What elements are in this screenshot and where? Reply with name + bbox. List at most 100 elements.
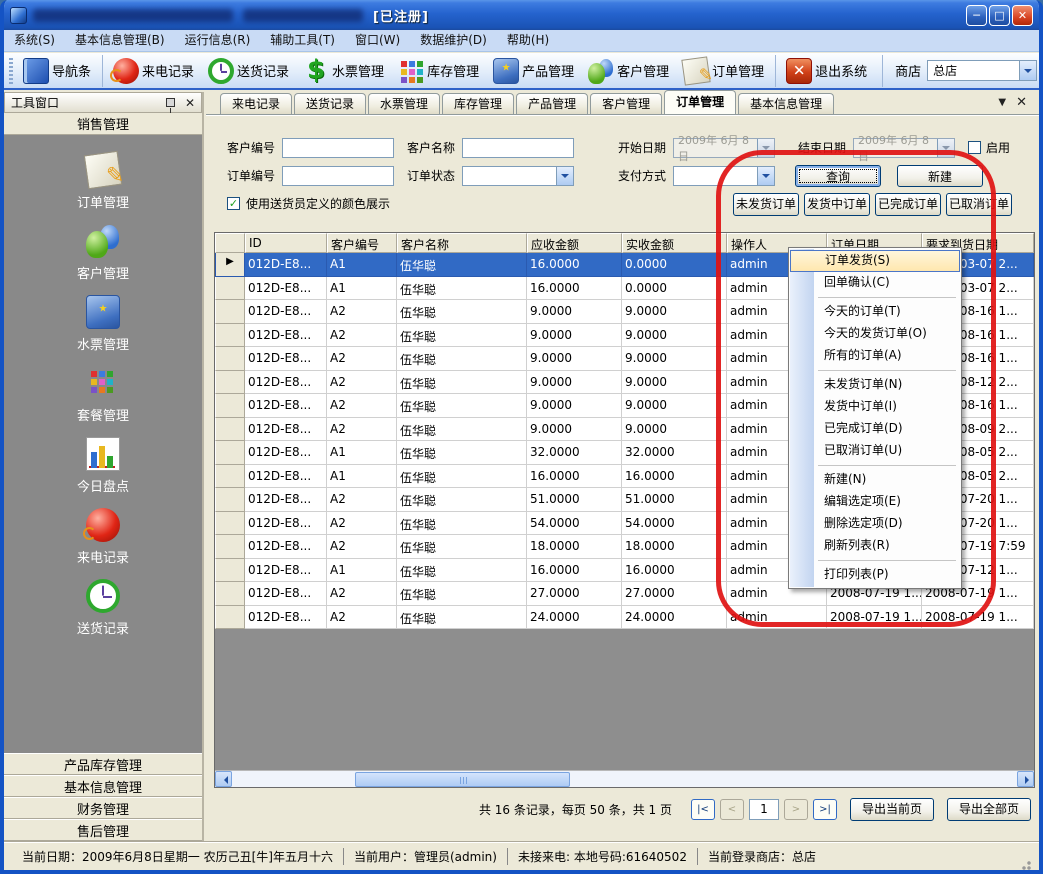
toolbar-call-records[interactable]: 来电记录 [102,55,201,87]
tab-water-ticket-management[interactable]: 水票管理 [368,93,440,114]
first-page-button[interactable]: |< [691,799,715,820]
row-selector-cell[interactable]: ▶ [215,253,245,277]
pay-method-select[interactable] [673,166,775,186]
context-item-cancelled-orders[interactable]: 已取消订单(U) [790,440,960,462]
menu-help[interactable]: 帮助(H) [497,30,559,51]
row-selector-cell[interactable] [215,465,245,489]
context-item-unshipped-orders[interactable]: 未发货订单(N) [790,374,960,396]
context-item-completed-orders[interactable]: 已完成订单(D) [790,418,960,440]
menu-auxiliary-tools[interactable]: 辅助工具(T) [260,30,345,51]
pin-icon[interactable] [166,98,175,107]
table-header-cell[interactable]: 实收金额 [622,233,727,253]
row-selector-cell[interactable] [215,394,245,418]
context-item-refresh-list[interactable]: 刷新列表(R) [790,535,960,557]
sidebar-section-finance[interactable]: 财务管理 [4,797,202,819]
row-selector-cell[interactable] [215,606,245,630]
tab-product-management[interactable]: 产品管理 [516,93,588,114]
toolbar-order-management[interactable]: 订单管理 [676,55,771,87]
row-selector-cell[interactable] [215,418,245,442]
sidebar-package-management[interactable]: 套餐管理 [77,366,129,424]
context-item-today-shipped-orders[interactable]: 今天的发货订单(O) [790,323,960,345]
resize-grip-icon[interactable] [1019,858,1031,870]
row-selector-cell[interactable] [215,582,245,606]
customer-no-input[interactable] [282,138,394,158]
sidebar-delivery-records[interactable]: 送货记录 [77,579,129,637]
sidebar-section-product-inventory[interactable]: 产品库存管理 [4,753,202,775]
row-selector-cell[interactable] [215,371,245,395]
row-selector-cell[interactable] [215,488,245,512]
tab-order-management[interactable]: 订单管理 [664,90,736,114]
tab-basic-info-management[interactable]: 基本信息管理 [738,93,834,114]
context-separator[interactable] [818,462,960,469]
page-number-input[interactable] [749,799,779,820]
new-button[interactable]: 新建 [897,165,983,187]
context-item-edit-selected[interactable]: 编辑选定项(E) [790,491,960,513]
button-cancelled-orders[interactable]: 已取消订单 [946,193,1012,216]
toolbar-inventory-management[interactable]: 库存管理 [391,55,486,87]
tab-call-records[interactable]: 来电记录 [220,93,292,114]
context-item-delete-selected[interactable]: 删除选定项(D) [790,513,960,535]
menu-data-maintenance[interactable]: 数据维护(D) [410,30,497,51]
button-completed-orders[interactable]: 已完成订单 [875,193,941,216]
order-no-input[interactable] [282,166,394,186]
context-item-ship-order[interactable]: 订单发货(S) [790,250,960,272]
scroll-left-arrow-icon[interactable] [215,771,232,787]
sidebar-section-after-sales[interactable]: 售后管理 [4,819,202,841]
order-status-select[interactable] [462,166,574,186]
sidebar-section-sales[interactable]: 销售管理 [4,113,202,135]
end-date-picker[interactable]: 2009年 6月 8日 [853,138,955,158]
sidebar-customer-management[interactable]: 客户管理 [77,224,129,282]
last-page-button[interactable]: >| [813,799,837,820]
export-current-page-button[interactable]: 导出当前页 [850,798,934,821]
chevron-down-icon[interactable] [556,167,573,185]
menu-runtime-info[interactable]: 运行信息(R) [175,30,261,51]
toolbar-grip[interactable] [9,58,13,84]
row-selector-cell[interactable] [215,512,245,536]
row-selector-cell[interactable] [215,324,245,348]
row-selector-cell[interactable] [215,559,245,583]
maximize-button[interactable]: □ [989,5,1010,26]
row-selector-cell[interactable] [215,441,245,465]
sidebar-call-records[interactable]: 来电记录 [77,508,129,566]
context-separator[interactable] [818,557,960,564]
table-header-cell[interactable]: 应收金额 [527,233,622,253]
row-selector-cell[interactable] [215,347,245,371]
table-header-cell[interactable]: ID [245,233,327,253]
context-item-all-orders[interactable]: 所有的订单(A) [790,345,960,367]
enable-date-checkbox[interactable] [968,141,981,154]
horizontal-scrollbar[interactable] [215,770,1034,787]
customer-name-input[interactable] [462,138,574,158]
sidebar-order-management[interactable]: 订单管理 [77,153,129,211]
context-item-new[interactable]: 新建(N) [790,469,960,491]
button-unshipped-orders[interactable]: 未发货订单 [733,193,799,216]
search-button[interactable]: 查询 [795,165,881,187]
table-header-cell[interactable]: 客户编号 [327,233,397,253]
context-separator[interactable] [818,294,960,301]
store-select[interactable]: 总店 [927,60,1037,81]
tab-delivery-records[interactable]: 送货记录 [294,93,366,114]
table-row[interactable]: 012D-E8... A2 伍华聪 24.0000 24.0000 admin … [215,606,1034,630]
export-all-pages-button[interactable]: 导出全部页 [947,798,1031,821]
menu-window[interactable]: 窗口(W) [345,30,410,51]
row-selector-cell[interactable] [215,277,245,301]
toolbar-product-management[interactable]: 产品管理 [486,55,581,87]
sidebar-close-icon[interactable]: ✕ [185,96,195,110]
table-header-cell[interactable] [215,233,245,253]
toolbar-nav-bar[interactable]: 导航条 [16,55,98,87]
button-shipping-orders[interactable]: 发货中订单 [804,193,870,216]
row-selector-cell[interactable] [215,300,245,324]
row-selector-cell[interactable] [215,535,245,559]
context-item-print-list[interactable]: 打印列表(P) [790,564,960,586]
toolbar-exit-system[interactable]: 退出系统 [775,55,874,87]
start-date-picker[interactable]: 2009年 6月 8日 [673,138,775,158]
table-header-cell[interactable]: 客户名称 [397,233,527,253]
context-separator[interactable] [818,367,960,374]
scrollbar-thumb[interactable] [355,772,570,787]
context-item-receipt-confirm[interactable]: 回单确认(C) [790,272,960,294]
tab-customer-management[interactable]: 客户管理 [590,93,662,114]
tab-list-dropdown-icon[interactable]: ▼ [998,97,1006,108]
toolbar-delivery-records[interactable]: 送货记录 [201,55,296,87]
tab-close-icon[interactable]: ✕ [1016,95,1027,110]
menu-system[interactable]: 系统(S) [4,30,65,51]
scroll-right-arrow-icon[interactable] [1017,771,1034,787]
